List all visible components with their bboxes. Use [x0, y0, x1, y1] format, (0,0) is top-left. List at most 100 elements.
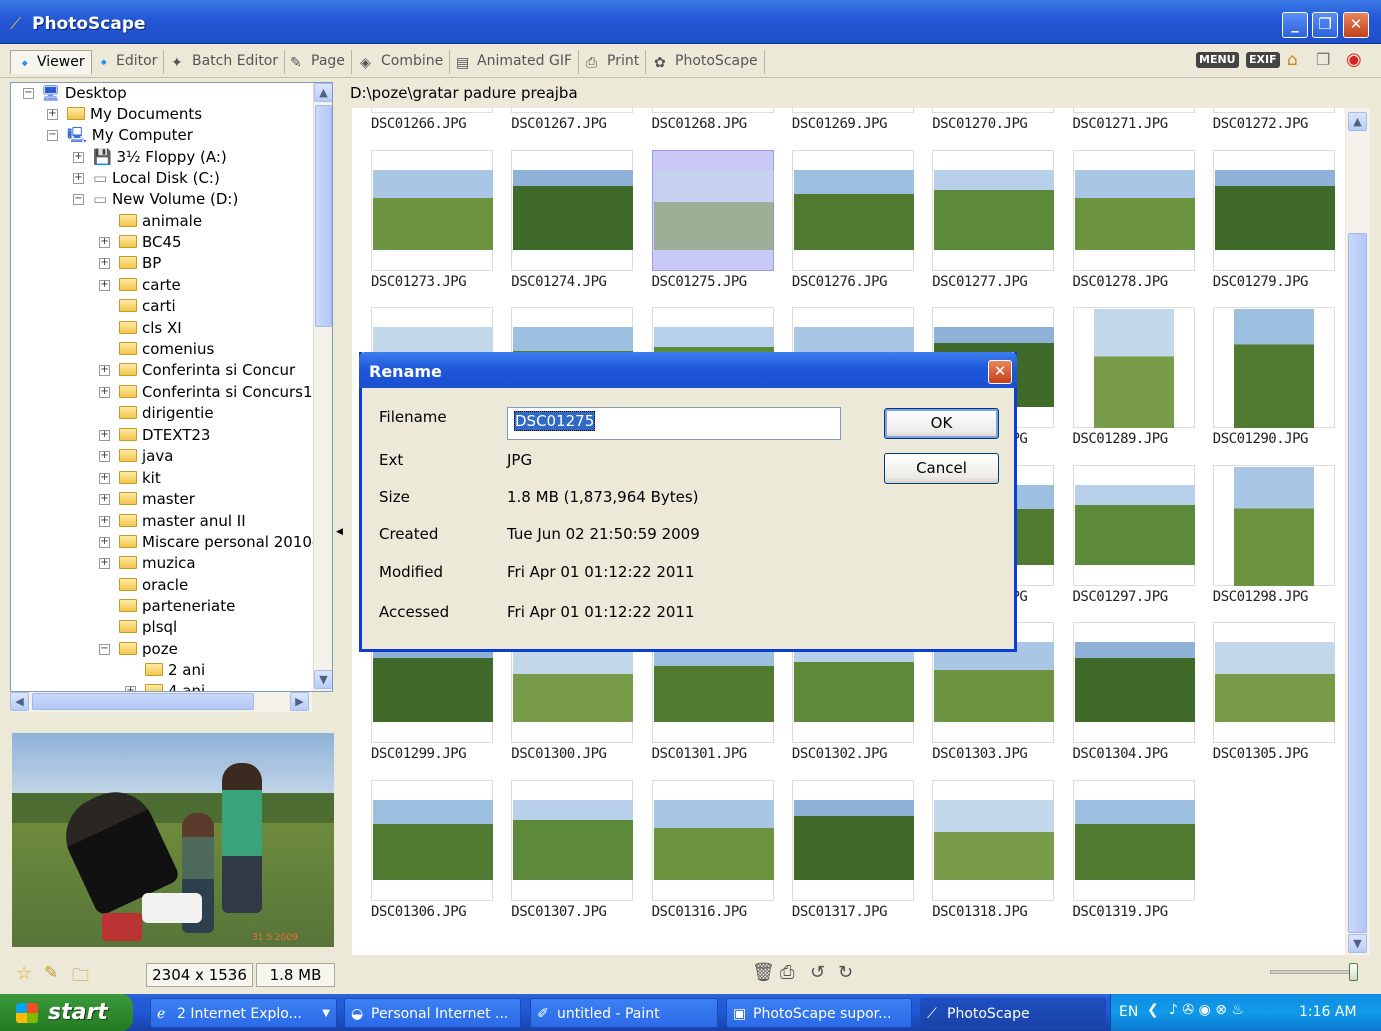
- home-icon[interactable]: ⌂: [1287, 50, 1298, 70]
- collapse-toggle[interactable]: −: [23, 88, 34, 99]
- thumbnail-frame[interactable]: [1072, 149, 1195, 271]
- thumbnail-item[interactable]: DSC01278.JPG: [1054, 144, 1195, 301]
- thumbnail-item[interactable]: DSC01289.JPG: [1054, 301, 1195, 458]
- expand-toggle[interactable]: +: [99, 365, 110, 376]
- thumbnail-frame[interactable]: [1212, 108, 1335, 113]
- thumbnail-item[interactable]: DSC01316.JPG: [633, 774, 774, 931]
- tab-print[interactable]: ⎙ Print: [581, 50, 647, 74]
- close-button[interactable]: ✕: [1343, 12, 1369, 38]
- start-button[interactable]: start: [0, 994, 133, 1031]
- scroll-up-button[interactable]: ▲: [314, 83, 332, 102]
- thumbnail-item[interactable]: DSC01304.JPG: [1054, 616, 1195, 773]
- thumbnail-frame[interactable]: [511, 779, 634, 901]
- exif-button[interactable]: EXIF: [1246, 52, 1280, 68]
- tab-page[interactable]: ✎ Page: [285, 50, 352, 74]
- tree-folder[interactable]: 2 ani: [145, 660, 205, 681]
- thumbnail-frame[interactable]: [371, 108, 493, 113]
- tree-folder[interactable]: animale: [119, 211, 202, 232]
- tab-batch-editor[interactable]: ✦ Batch Editor: [166, 50, 286, 74]
- folder-open-icon[interactable]: 🗀: [72, 963, 89, 992]
- scroll-left-button[interactable]: ◀: [10, 692, 29, 711]
- tree-item-my-documents[interactable]: My Documents: [67, 104, 202, 125]
- thumbnail-item[interactable]: DSC01268.JPG: [633, 108, 774, 143]
- thumbnail-frame[interactable]: [1212, 149, 1335, 271]
- tab-editor[interactable]: 🔹 Editor: [90, 50, 165, 74]
- ok-button[interactable]: OK: [884, 408, 999, 439]
- task-paint[interactable]: ✐ untitled - Paint: [530, 998, 718, 1028]
- scroll-down-button[interactable]: ▼: [1348, 934, 1367, 953]
- print-icon[interactable]: ⎙: [780, 962, 794, 983]
- thumbnail-item[interactable]: DSC01305.JPG: [1194, 616, 1335, 773]
- thumbnail-frame[interactable]: [791, 149, 914, 271]
- expand-toggle[interactable]: +: [47, 109, 58, 120]
- expand-toggle[interactable]: +: [73, 152, 84, 163]
- thumbnail-item[interactable]: DSC01279.JPG: [1194, 144, 1335, 301]
- tree-folder[interactable]: DTEXT23: [119, 425, 210, 446]
- tray-icons[interactable]: ♪ ✇ ◉ ⊗ ♨: [1169, 1002, 1244, 1018]
- thumbnail-frame[interactable]: [651, 149, 774, 271]
- rotate-right-icon[interactable]: ↻: [838, 962, 853, 983]
- tree-folder[interactable]: Miscare personal 2010-: [119, 532, 317, 553]
- tree-folder[interactable]: carti: [119, 296, 176, 317]
- expand-toggle[interactable]: +: [99, 494, 110, 505]
- expand-toggle[interactable]: +: [73, 173, 84, 184]
- tab-photoscape[interactable]: ✿ PhotoScape: [649, 50, 765, 74]
- tab-combine[interactable]: ◈ Combine: [355, 50, 451, 74]
- zoom-slider-handle[interactable]: [1349, 963, 1358, 981]
- expand-toggle[interactable]: +: [99, 237, 110, 248]
- thumbnail-frame[interactable]: [511, 108, 634, 113]
- thumbnail-item[interactable]: DSC01274.JPG: [492, 144, 634, 301]
- minimize-button[interactable]: _: [1282, 12, 1308, 38]
- language-indicator[interactable]: EN: [1119, 1004, 1138, 1020]
- expand-toggle[interactable]: +: [99, 558, 110, 569]
- tree-folder[interactable]: dirigentie: [119, 403, 214, 424]
- rotate-left-icon[interactable]: ↺: [810, 962, 825, 983]
- scroll-thumb[interactable]: [1348, 233, 1367, 933]
- tree-folder[interactable]: cls XI: [119, 318, 182, 339]
- tree-folder[interactable]: master anul II: [119, 511, 246, 532]
- thumbnail-frame[interactable]: [1072, 622, 1195, 743]
- tree-folder[interactable]: java: [119, 446, 173, 467]
- copy-icon[interactable]: ❐: [1316, 50, 1330, 69]
- cancel-button[interactable]: Cancel: [884, 453, 999, 484]
- thumbnail-item[interactable]: DSC01273.JPG: [352, 144, 493, 301]
- scroll-up-button[interactable]: ▲: [1348, 112, 1367, 131]
- tree-folder[interactable]: 4 ani: [145, 681, 205, 691]
- scroll-down-button[interactable]: ▼: [314, 670, 332, 689]
- tree-item-new-volume[interactable]: ▭ New Volume (D:): [93, 189, 238, 210]
- tree-item-local-disk[interactable]: ▭ Local Disk (C:): [93, 168, 220, 189]
- scroll-right-button[interactable]: ▶: [290, 692, 309, 711]
- thumbnail-frame[interactable]: [932, 108, 1055, 113]
- thumbnail-item[interactable]: DSC01307.JPG: [492, 774, 634, 931]
- tree-horizontal-scrollbar[interactable]: ◀ ▶: [10, 692, 312, 712]
- zoom-slider[interactable]: [1270, 963, 1358, 981]
- expand-toggle[interactable]: +: [99, 537, 110, 548]
- filename-input[interactable]: DSC01275: [507, 407, 841, 440]
- thumbnail-item[interactable]: DSC01317.JPG: [773, 774, 914, 931]
- thumbnail-frame[interactable]: [511, 149, 634, 271]
- thumbnail-frame[interactable]: [791, 108, 914, 113]
- help-icon[interactable]: ◉: [1346, 49, 1362, 70]
- scroll-thumb[interactable]: [315, 105, 332, 327]
- thumbnail-item[interactable]: DSC01298.JPG: [1194, 459, 1335, 616]
- collapse-toggle[interactable]: −: [99, 644, 110, 655]
- thumbnail-frame[interactable]: [651, 779, 774, 901]
- tree-folder[interactable]: master: [119, 489, 195, 510]
- thumbnail-frame[interactable]: [1212, 622, 1335, 743]
- tree-folder[interactable]: BC45: [119, 232, 182, 253]
- tree-folder[interactable]: oracle: [119, 575, 188, 596]
- task-word-doc[interactable]: ▣ PhotoScape supor...: [726, 998, 912, 1028]
- tree-folder[interactable]: comenius: [119, 339, 214, 360]
- thumbnail-frame[interactable]: [1212, 464, 1335, 586]
- thumbnail-item[interactable]: DSC01290.JPG: [1194, 301, 1335, 458]
- thumbnail-frame[interactable]: [651, 108, 774, 113]
- task-internet-explorer[interactable]: ℯ2 Internet Explo... ▼: [150, 998, 337, 1028]
- expand-toggle[interactable]: +: [99, 280, 110, 291]
- thumbnail-frame[interactable]: [791, 779, 914, 901]
- collapse-toggle[interactable]: −: [73, 194, 84, 205]
- restore-button[interactable]: ❐: [1312, 12, 1338, 38]
- collapse-toggle[interactable]: −: [47, 130, 58, 141]
- expand-toggle[interactable]: +: [99, 430, 110, 441]
- tree-folder[interactable]: plsql: [119, 617, 177, 638]
- thumbnail-item[interactable]: DSC01270.JPG: [913, 108, 1055, 143]
